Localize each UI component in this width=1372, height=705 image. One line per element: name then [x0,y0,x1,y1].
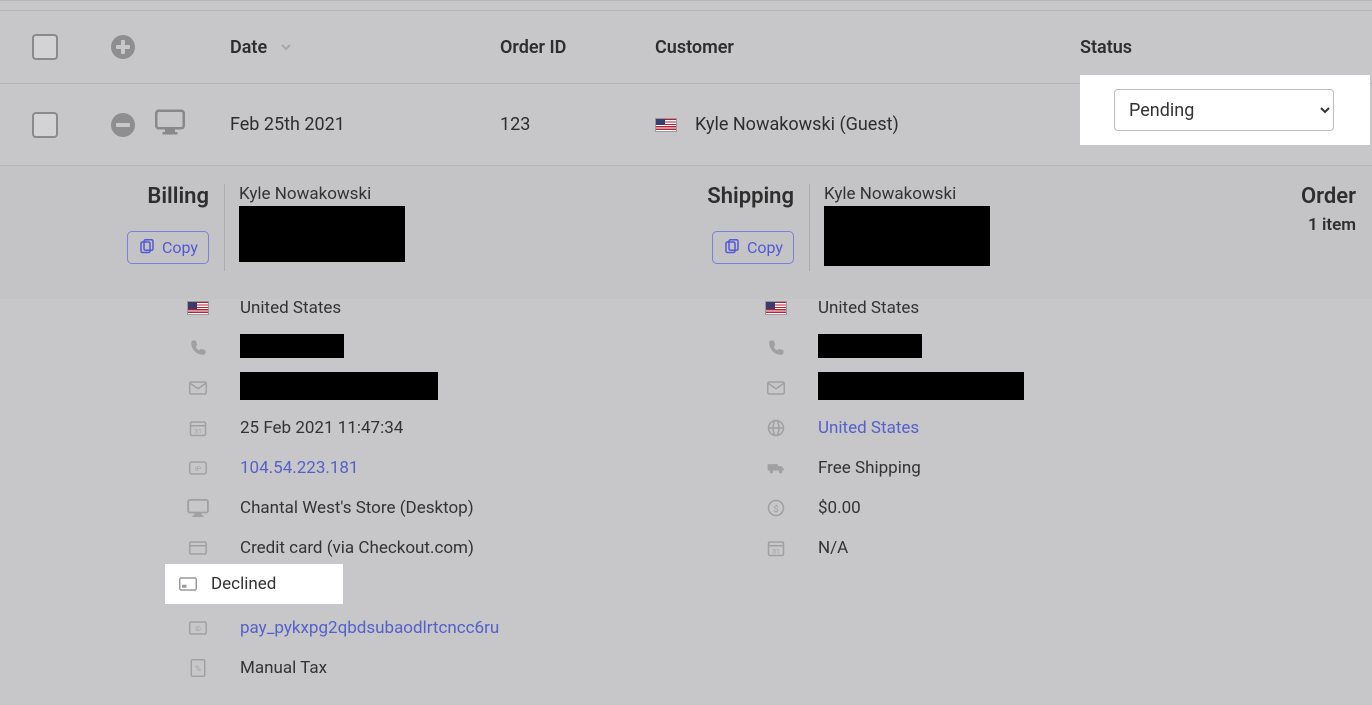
us-flag-icon [655,118,677,132]
svg-text:$: $ [773,504,778,515]
billing-country: United States [218,298,341,318]
id-icon: ID [178,619,218,637]
header-date[interactable]: Date [230,37,500,58]
billing-name: Kyle Nowakowski [239,184,405,204]
table-header-row: Date Order ID Customer Status [0,10,1372,84]
redacted-phone [240,334,344,358]
redacted-email [240,372,438,400]
billing-payment-method: Credit card (via Checkout.com) [218,538,474,558]
billing-ip[interactable]: 104.54.223.181 [218,458,359,478]
cost-icon: $ [756,499,796,517]
order-title: Order [1301,184,1356,209]
truck-icon [756,459,796,477]
header-status[interactable]: Status [1080,37,1372,58]
phone-icon [756,339,796,357]
billing-store: Chantal West's Store (Desktop) [218,498,474,518]
svg-text:ID: ID [195,626,201,633]
svg-text:%: % [195,664,201,673]
shipping-cost: $0.00 [796,498,861,518]
shipping-date: N/A [796,538,848,558]
card-icon [178,539,218,557]
expand-all-icon[interactable] [111,35,135,59]
copy-icon [138,239,156,257]
svg-text:31: 31 [194,427,202,435]
calendar-icon: 31 [178,419,218,437]
status-select[interactable]: Pending [1114,89,1334,131]
billing-title: Billing [0,184,209,209]
shipping-name: Kyle Nowakowski [824,184,990,204]
email-icon [178,379,218,397]
shipping-title: Shipping [680,184,794,209]
flag-icon [178,301,218,315]
shipping-country: United States [796,298,919,318]
desktop-device-icon [155,120,185,140]
order-summary: Order 1 item [1301,184,1356,235]
store-device-icon [178,499,218,517]
billing-payment-id[interactable]: pay_pykxpg2qbdsubaodlrtcncc6ru [218,618,499,638]
ip-icon: IP [178,459,218,477]
header-order-id[interactable]: Order ID [500,37,655,58]
billing-datetime: 25 Feb 2021 11:47:34 [218,418,403,438]
card-status-icon [165,575,211,593]
shipping-method: Free Shipping [796,458,921,478]
order-item-count: 1 item [1301,215,1356,235]
redacted-shipping-address [824,206,990,266]
header-customer[interactable]: Customer [655,37,1080,58]
row-checkbox[interactable] [32,112,58,138]
tax-icon: % [178,659,218,677]
row-customer: Kyle Nowakowski (Guest) [655,114,1080,135]
billing-tax: Manual Tax [218,658,327,678]
globe-icon [756,419,796,437]
copy-icon [723,239,741,257]
phone-icon [178,339,218,357]
email-icon [756,379,796,397]
billing-copy-button[interactable]: Copy [127,231,209,264]
row-order-id: 123 [500,114,655,135]
row-date: Feb 25th 2021 [230,114,500,135]
svg-text:IP: IP [195,465,202,473]
status-cell-highlight: Pending [1080,75,1370,145]
redacted-shipping-email [818,372,1024,400]
flag-icon [756,301,796,315]
shipping-copy-button[interactable]: Copy [712,231,794,264]
redacted-address [239,206,405,262]
expanded-details: Billing Copy Kyle Nowakowski Shipping Co… [0,166,1372,299]
redacted-shipping-phone [818,334,922,358]
collapse-row-icon[interactable] [111,113,135,137]
payment-status-highlight: Declined [165,564,343,604]
select-all-checkbox[interactable] [32,34,58,60]
sort-caret-icon [280,37,292,58]
shipping-region[interactable]: United States [796,418,919,438]
calendar-icon: 31 [756,539,796,557]
svg-text:31: 31 [772,547,780,555]
